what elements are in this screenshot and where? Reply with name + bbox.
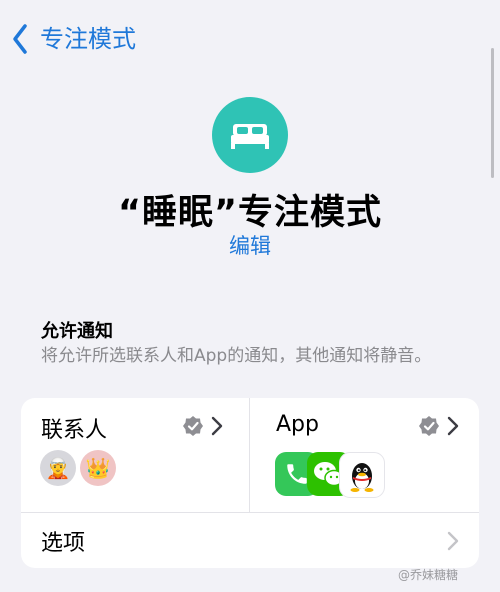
watermark: @乔妹糖糖 xyxy=(398,568,459,582)
allowed-notifications-card: 联系人 🧝 👑 App 选项 xyxy=(21,398,479,568)
contact-avatar: 👑 xyxy=(80,450,116,486)
section-description: 将允许所选联系人和App的通知，其他通知将静音。 xyxy=(41,346,432,366)
verified-check-icon xyxy=(419,416,439,436)
back-button[interactable]: 专注模式 xyxy=(10,22,136,56)
people-label: 联系人 xyxy=(41,418,108,443)
navigation-bar: 专注模式 xyxy=(0,0,500,78)
contact-avatar: 🧝 xyxy=(40,450,76,486)
verified-check-icon xyxy=(183,416,203,436)
chevron-left-icon xyxy=(13,24,27,54)
people-cell[interactable]: 联系人 🧝 👑 xyxy=(21,398,249,512)
options-row[interactable]: 选项 xyxy=(21,513,479,568)
chevron-right-icon xyxy=(447,531,459,551)
section-title: 允许通知 xyxy=(41,321,113,342)
page-title: “睡眠”专注模式 xyxy=(117,193,382,233)
qq-icon xyxy=(339,452,385,498)
chevron-right-icon xyxy=(447,416,459,436)
chevron-right-icon xyxy=(211,416,223,436)
bed-icon xyxy=(212,97,288,173)
options-label: 选项 xyxy=(41,531,86,556)
edit-button[interactable]: 编辑 xyxy=(0,230,500,260)
apps-label: App xyxy=(276,412,319,437)
back-label: 专注模式 xyxy=(40,25,136,53)
apps-cell[interactable]: App xyxy=(250,398,479,512)
